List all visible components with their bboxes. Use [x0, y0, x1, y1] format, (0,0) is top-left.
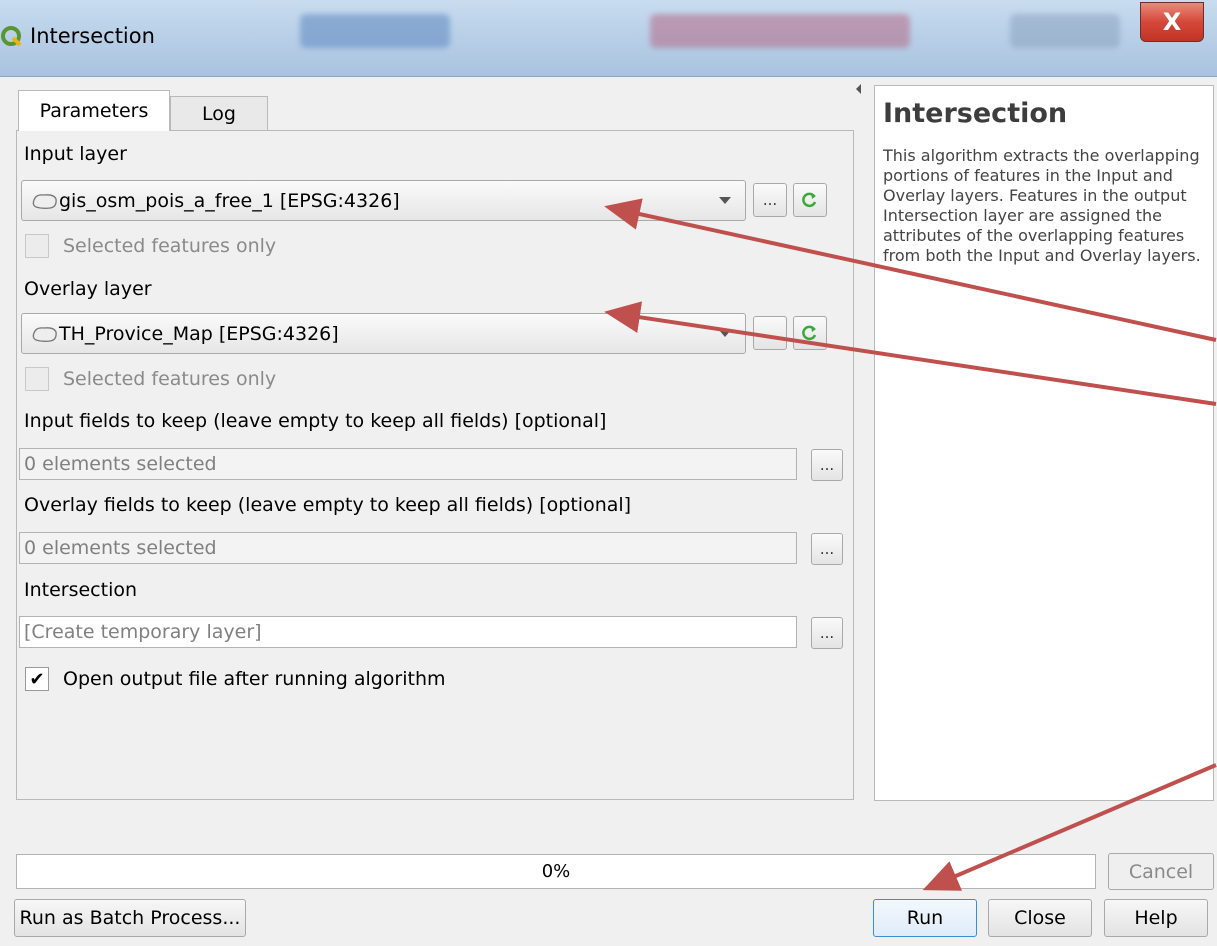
background-tab-blur	[300, 14, 450, 48]
overlay-layer-combo[interactable]: TH_Provice_Map [EPSG:4326]	[21, 313, 746, 354]
parameters-panel: Input layer gis_osm_pois_a_free_1 [EPSG:…	[16, 130, 854, 800]
close-window-button[interactable]: X	[1140, 2, 1204, 42]
input-fields-browse-button[interactable]: ...	[811, 449, 843, 481]
overlay-layer-browse-button[interactable]: ...	[753, 316, 787, 350]
overlay-selected-only-label: Selected features only	[63, 368, 277, 390]
overlay-fields-browse-button[interactable]: ...	[811, 533, 843, 565]
input-fields-field[interactable]: 0 elements selected	[19, 448, 797, 480]
input-selected-only-label: Selected features only	[63, 235, 277, 257]
help-button[interactable]: Help	[1104, 899, 1208, 937]
background-tab-blur	[1010, 14, 1120, 48]
overlay-fields-field[interactable]: 0 elements selected	[19, 532, 797, 564]
close-icon: X	[1162, 8, 1182, 36]
background-tab-blur	[650, 14, 910, 48]
progress-bar: 0%	[16, 854, 1096, 889]
input-layer-combo[interactable]: gis_osm_pois_a_free_1 [EPSG:4326]	[21, 180, 746, 221]
input-layer-iterate-button[interactable]	[793, 183, 827, 217]
input-layer-browse-button[interactable]: ...	[753, 183, 787, 217]
output-placeholder: [Create temporary layer]	[24, 621, 262, 643]
polygon-layer-icon	[32, 194, 57, 209]
tab-log[interactable]: Log	[170, 96, 268, 130]
progress-text: 0%	[541, 861, 571, 882]
overlay-layer-label: Overlay layer	[24, 278, 152, 300]
input-fields-label: Input fields to keep (leave empty to kee…	[24, 410, 607, 432]
dialog-body: Parameters Log Input layer gis_osm_pois_…	[0, 77, 1217, 946]
polygon-layer-icon	[32, 327, 57, 342]
overlay-layer-iterate-button[interactable]	[793, 316, 827, 350]
cancel-button[interactable]: Cancel	[1108, 853, 1214, 890]
refresh-icon	[802, 192, 817, 208]
overlay-fields-value: 0 elements selected	[24, 537, 217, 559]
input-fields-value: 0 elements selected	[24, 453, 217, 475]
help-text: This algorithm extracts the overlapping …	[883, 146, 1201, 265]
help-panel: Intersection This algorithm extracts the…	[874, 85, 1214, 801]
overlay-selected-only-checkbox[interactable]	[25, 367, 49, 391]
output-label: Intersection	[24, 579, 138, 601]
window-title: Intersection	[30, 24, 155, 48]
overlay-layer-value: TH_Provice_Map [EPSG:4326]	[59, 323, 339, 345]
tab-parameters[interactable]: Parameters	[18, 90, 170, 131]
dropdown-arrow-icon	[719, 330, 731, 337]
refresh-icon	[802, 325, 817, 341]
close-button[interactable]: Close	[988, 899, 1092, 937]
input-selected-only-checkbox[interactable]	[25, 234, 49, 258]
output-browse-button[interactable]: ...	[811, 617, 843, 649]
open-output-checkbox[interactable]: ✔	[25, 667, 49, 691]
qgis-logo-icon	[1, 26, 22, 47]
run-button[interactable]: Run	[873, 899, 977, 937]
overlay-fields-label: Overlay fields to keep (leave empty to k…	[24, 494, 632, 516]
open-output-label: Open output file after running algorithm	[63, 668, 446, 690]
output-destination-field[interactable]: [Create temporary layer]	[19, 616, 797, 648]
title-bar: Intersection X	[0, 0, 1217, 77]
input-layer-value: gis_osm_pois_a_free_1 [EPSG:4326]	[59, 190, 400, 212]
input-layer-label: Input layer	[24, 143, 127, 165]
run-as-batch-button[interactable]: Run as Batch Process...	[14, 899, 246, 937]
dropdown-arrow-icon	[719, 197, 731, 204]
help-title: Intersection	[883, 98, 1068, 129]
collapse-arrow-icon[interactable]	[856, 84, 861, 94]
